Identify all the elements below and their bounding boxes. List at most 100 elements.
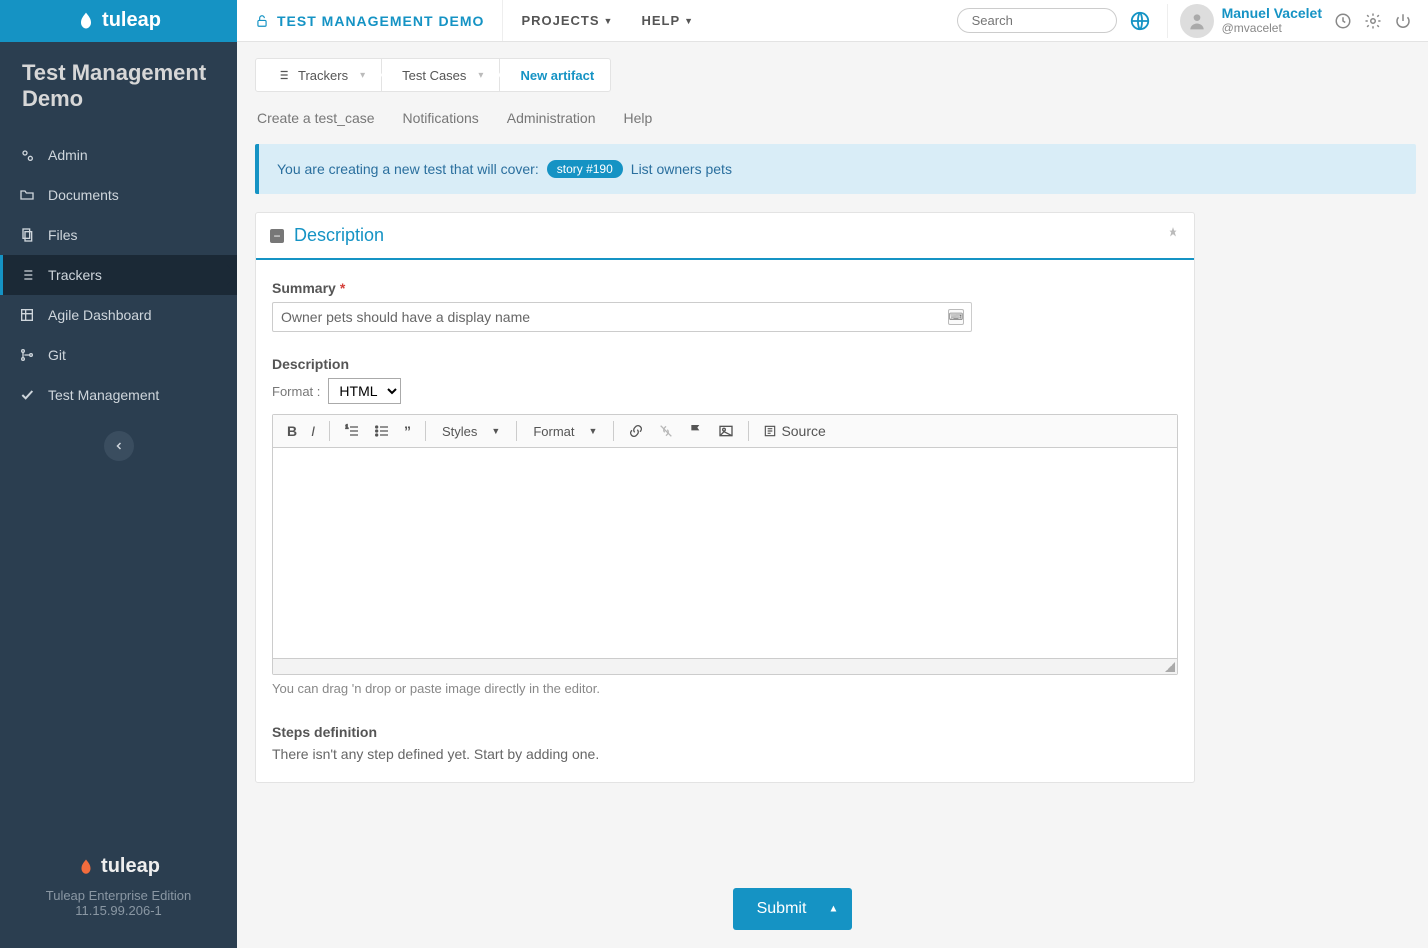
tuleap-flame-icon xyxy=(76,11,96,31)
italic-button[interactable]: I xyxy=(307,421,319,441)
chevron-down-icon: ▼ xyxy=(684,16,694,26)
sidebar-item-label: Files xyxy=(48,227,78,243)
chevron-left-icon xyxy=(113,440,125,452)
link-button[interactable] xyxy=(624,421,648,441)
unlink-button[interactable] xyxy=(654,421,678,441)
format-label: Format : xyxy=(272,384,320,399)
quote-button[interactable]: ” xyxy=(400,421,415,441)
chevron-down-icon: ▼ xyxy=(604,16,614,26)
info-banner: You are creating a new test that will co… xyxy=(255,144,1416,194)
footer-edition: Tuleap Enterprise Edition xyxy=(10,888,227,903)
breadcrumb: Trackers ▾ Test Cases ▾ New artifact xyxy=(255,58,611,92)
search-input[interactable] xyxy=(957,8,1117,33)
subtab-create[interactable]: Create a test_case xyxy=(257,110,375,126)
summary-label: Summary * xyxy=(272,280,1178,296)
source-button[interactable]: Source xyxy=(759,421,829,441)
banner-suffix: List owners pets xyxy=(631,161,732,177)
project-switcher[interactable]: TEST MANAGEMENT DEMO xyxy=(237,0,503,41)
flag-button[interactable] xyxy=(684,421,708,441)
brand-logo[interactable]: tuleap xyxy=(0,0,237,42)
bold-button[interactable]: B xyxy=(283,421,301,441)
subtab-help[interactable]: Help xyxy=(623,110,652,126)
table-icon xyxy=(18,307,36,323)
sidebar-item-admin[interactable]: Admin xyxy=(0,135,237,175)
sidebar-item-label: Test Management xyxy=(48,387,159,403)
sidebar-item-files[interactable]: Files xyxy=(0,215,237,255)
history-icon[interactable] xyxy=(1334,12,1352,30)
image-button[interactable] xyxy=(714,421,738,441)
sidebar: Test Management Demo Admin Documents Fil… xyxy=(0,42,237,948)
sidebar-item-documents[interactable]: Documents xyxy=(0,175,237,215)
unlock-icon xyxy=(255,14,269,28)
main-content: Trackers ▾ Test Cases ▾ New artifact Cre… xyxy=(237,42,1428,948)
submit-bar: Submit ▲ xyxy=(237,870,1348,948)
sidebar-item-trackers[interactable]: Trackers xyxy=(0,255,237,295)
unordered-list-button[interactable] xyxy=(370,421,394,441)
editor-hint: You can drag 'n drop or paste image dire… xyxy=(272,681,1178,696)
sidebar-item-agile[interactable]: Agile Dashboard xyxy=(0,295,237,335)
footer-version: 11.15.99.206-1 xyxy=(10,903,227,918)
story-pill[interactable]: story #190 xyxy=(547,160,623,178)
user-menu[interactable]: Manuel Vacelet @mvacelet xyxy=(1167,4,1322,38)
project-name: TEST MANAGEMENT DEMO xyxy=(277,13,484,29)
brand-text: tuleap xyxy=(102,9,161,32)
banner-prefix: You are creating a new test that will co… xyxy=(277,161,539,177)
sidebar-title: Test Management Demo xyxy=(0,42,237,135)
chevron-up-icon: ▲ xyxy=(828,904,838,915)
check-icon xyxy=(18,387,36,403)
user-handle: @mvacelet xyxy=(1222,21,1322,35)
steps-label: Steps definition xyxy=(272,724,1178,740)
format-dropdown[interactable]: Format ▼ xyxy=(527,422,603,441)
sidebar-item-git[interactable]: Git xyxy=(0,335,237,375)
styles-select[interactable]: Styles ▼ xyxy=(436,422,506,441)
format-select[interactable]: HTML xyxy=(328,378,401,404)
avatar xyxy=(1180,4,1214,38)
panel-collapse-toggle[interactable]: − xyxy=(270,229,284,243)
sidebar-item-label: Admin xyxy=(48,147,88,163)
editor-textarea[interactable] xyxy=(273,448,1177,658)
crumb-test-cases[interactable]: Test Cases ▾ xyxy=(382,59,500,91)
description-panel: − Description Summary * ⌨ Description xyxy=(255,212,1195,783)
sidebar-item-label: Agile Dashboard xyxy=(48,307,152,323)
files-icon xyxy=(18,227,36,243)
git-icon xyxy=(18,347,36,363)
sidebar-item-label: Documents xyxy=(48,187,119,203)
list-icon xyxy=(18,267,36,283)
svg-text:1: 1 xyxy=(345,424,348,430)
steps-empty-message: There isn't any step defined yet. Start … xyxy=(272,746,1178,762)
power-icon[interactable] xyxy=(1394,12,1412,30)
help-menu[interactable]: HELP ▼ xyxy=(641,13,694,28)
list-icon xyxy=(276,68,290,82)
description-label: Description xyxy=(272,356,1178,372)
ordered-list-button[interactable]: 1 xyxy=(340,421,364,441)
gear-icon[interactable] xyxy=(1364,12,1382,30)
summary-input[interactable] xyxy=(272,302,972,332)
globe-icon[interactable] xyxy=(1129,10,1151,32)
keyboard-icon: ⌨ xyxy=(948,309,964,325)
rich-text-editor: B I 1 ” Styles ▼ Format ▼ xyxy=(272,414,1178,675)
chevron-down-icon: ▾ xyxy=(478,70,483,81)
sidebar-item-test-management[interactable]: Test Management xyxy=(0,375,237,415)
footer-logo: tuleap xyxy=(10,855,227,878)
crumb-trackers[interactable]: Trackers ▾ xyxy=(256,59,382,91)
projects-menu[interactable]: PROJECTS ▼ xyxy=(521,13,613,28)
pin-icon[interactable] xyxy=(1166,226,1180,245)
tuleap-flame-icon xyxy=(77,858,95,876)
sidebar-item-label: Git xyxy=(48,347,66,363)
gears-icon xyxy=(18,147,36,163)
collapse-sidebar-button[interactable] xyxy=(104,431,134,461)
user-name: Manuel Vacelet xyxy=(1222,6,1322,21)
required-indicator: * xyxy=(340,280,345,296)
sidebar-footer: tuleap Tuleap Enterprise Edition 11.15.9… xyxy=(0,833,237,948)
folder-icon xyxy=(18,187,36,203)
panel-title: Description xyxy=(294,225,384,246)
submit-button[interactable]: Submit ▲ xyxy=(733,888,853,930)
editor-toolbar: B I 1 ” Styles ▼ Format ▼ xyxy=(273,415,1177,448)
chevron-down-icon: ▾ xyxy=(360,70,365,81)
sidebar-item-label: Trackers xyxy=(48,267,102,283)
subtabs: Create a test_case Notifications Adminis… xyxy=(255,102,1416,144)
crumb-new-artifact: New artifact xyxy=(500,59,610,91)
subtab-administration[interactable]: Administration xyxy=(507,110,596,126)
editor-resize-handle[interactable] xyxy=(273,658,1177,674)
subtab-notifications[interactable]: Notifications xyxy=(403,110,479,126)
